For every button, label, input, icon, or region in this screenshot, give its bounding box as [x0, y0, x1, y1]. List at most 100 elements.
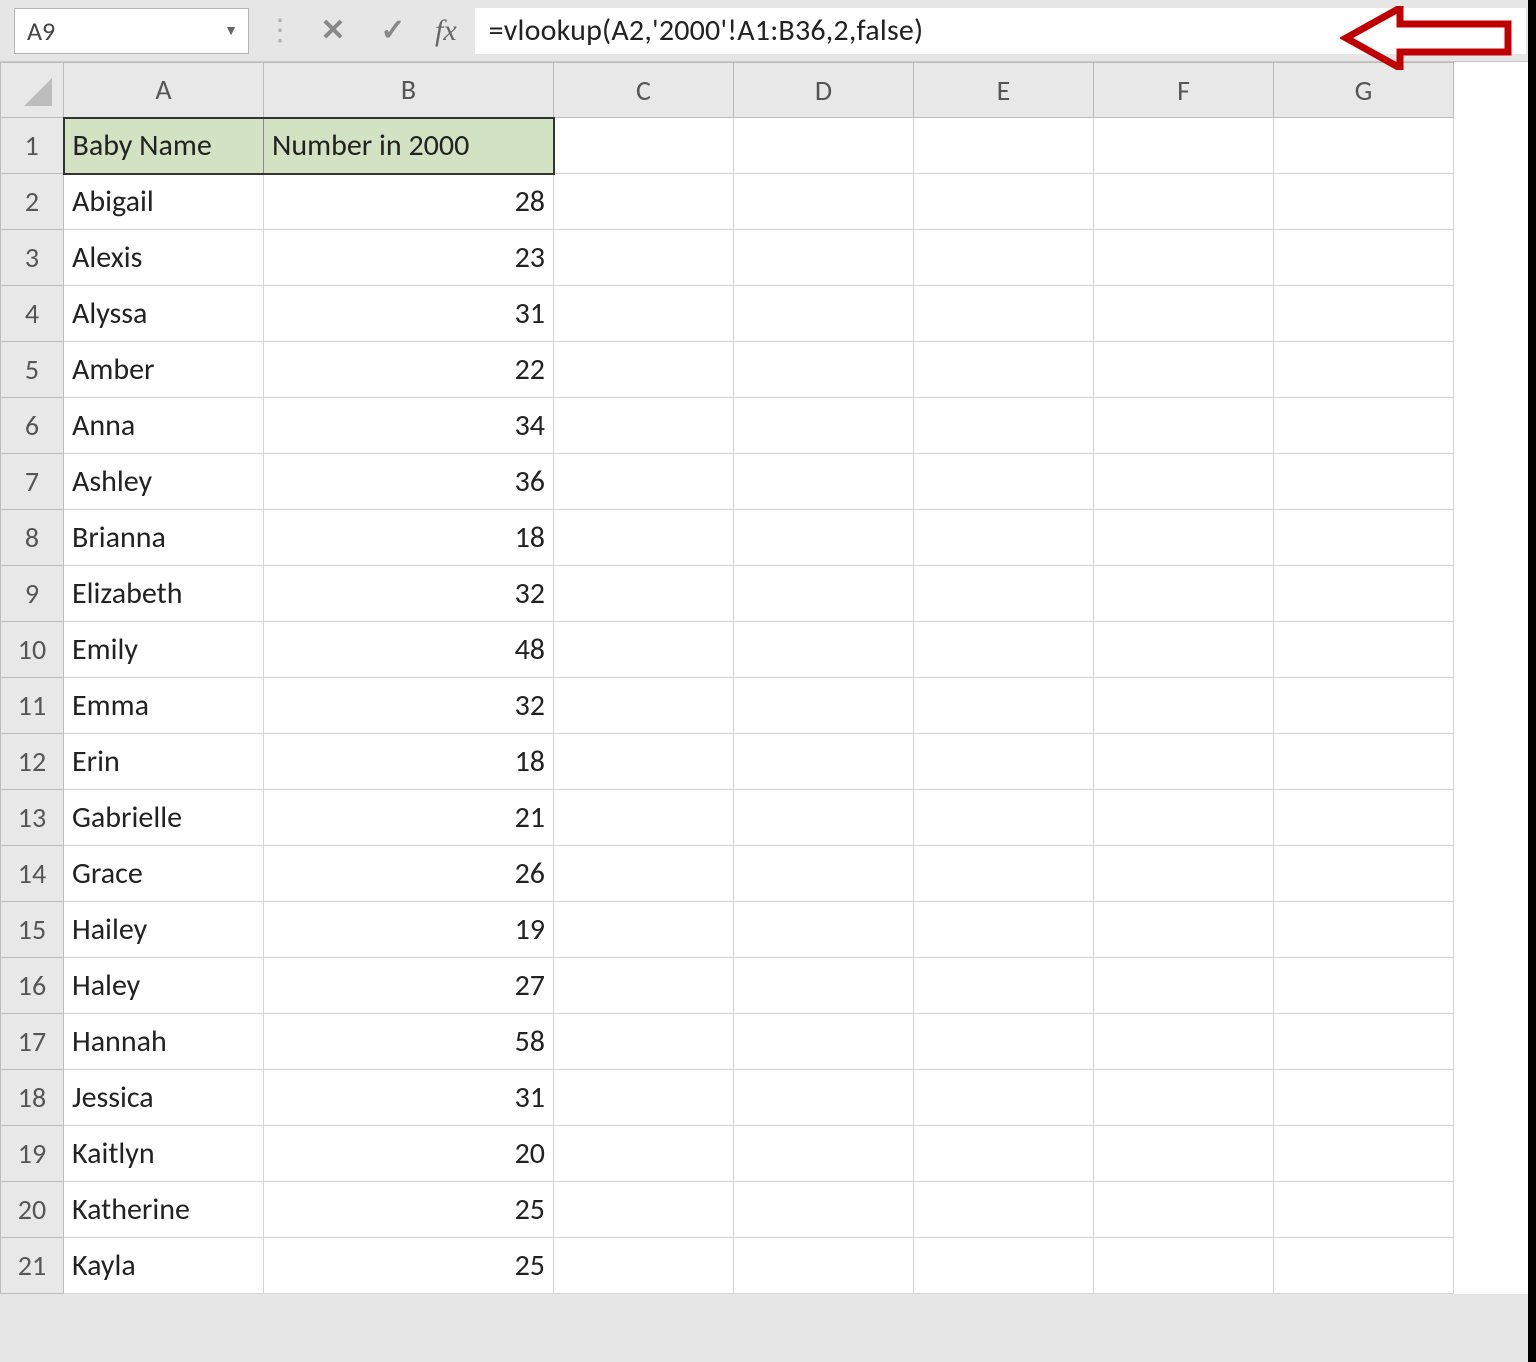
cell[interactable] — [914, 734, 1094, 790]
cell[interactable]: Elizabeth — [64, 566, 264, 622]
cell[interactable] — [1274, 454, 1454, 510]
cell[interactable]: 20 — [264, 1126, 554, 1182]
col-header-D[interactable]: D — [734, 63, 914, 118]
cell[interactable] — [734, 846, 914, 902]
cell[interactable] — [554, 1014, 734, 1070]
cell[interactable] — [914, 902, 1094, 958]
enter-button[interactable]: ✓ — [369, 9, 417, 53]
cell[interactable] — [1274, 174, 1454, 230]
cell[interactable] — [1094, 734, 1274, 790]
cell[interactable] — [914, 398, 1094, 454]
cell[interactable]: Ashley — [64, 454, 264, 510]
cell[interactable] — [554, 678, 734, 734]
cell[interactable]: Gabrielle — [64, 790, 264, 846]
row-header[interactable]: 3 — [1, 230, 64, 286]
cell[interactable] — [554, 1126, 734, 1182]
row-header[interactable]: 19 — [1, 1126, 64, 1182]
cell[interactable] — [1094, 398, 1274, 454]
row-header[interactable]: 13 — [1, 790, 64, 846]
cell[interactable] — [554, 510, 734, 566]
cell[interactable] — [734, 1014, 914, 1070]
cell[interactable] — [914, 622, 1094, 678]
cell[interactable]: Brianna — [64, 510, 264, 566]
cell[interactable] — [914, 566, 1094, 622]
cell[interactable] — [734, 622, 914, 678]
cell[interactable] — [554, 342, 734, 398]
cell[interactable] — [1274, 230, 1454, 286]
col-header-E[interactable]: E — [914, 63, 1094, 118]
cell[interactable] — [1274, 1182, 1454, 1238]
row-header[interactable]: 14 — [1, 846, 64, 902]
cell[interactable]: Katherine — [64, 1182, 264, 1238]
cell[interactable]: 32 — [264, 566, 554, 622]
cell[interactable]: Haley — [64, 958, 264, 1014]
cell[interactable] — [1274, 286, 1454, 342]
cell[interactable] — [554, 1182, 734, 1238]
cell[interactable]: 23 — [264, 230, 554, 286]
cell[interactable] — [1094, 286, 1274, 342]
cell[interactable] — [734, 678, 914, 734]
cell[interactable] — [1094, 846, 1274, 902]
cell[interactable] — [914, 1126, 1094, 1182]
cell[interactable]: 48 — [264, 622, 554, 678]
cell[interactable] — [1094, 1014, 1274, 1070]
cell[interactable] — [554, 1070, 734, 1126]
cell[interactable] — [734, 398, 914, 454]
cell[interactable] — [1274, 958, 1454, 1014]
cell[interactable] — [1274, 678, 1454, 734]
row-header[interactable]: 20 — [1, 1182, 64, 1238]
cell[interactable] — [734, 790, 914, 846]
cell[interactable] — [1094, 566, 1274, 622]
row-header[interactable]: 17 — [1, 1014, 64, 1070]
cell[interactable]: 31 — [264, 1070, 554, 1126]
cell[interactable] — [1274, 1126, 1454, 1182]
row-header[interactable]: 18 — [1, 1070, 64, 1126]
cell[interactable] — [1094, 510, 1274, 566]
cell[interactable] — [734, 230, 914, 286]
cell[interactable] — [914, 342, 1094, 398]
cell[interactable] — [914, 790, 1094, 846]
cell[interactable]: Number in 2000 — [264, 118, 554, 174]
cell[interactable] — [1094, 230, 1274, 286]
cell[interactable] — [914, 454, 1094, 510]
cell[interactable]: Jessica — [64, 1070, 264, 1126]
row-header[interactable]: 4 — [1, 286, 64, 342]
cell[interactable]: Emma — [64, 678, 264, 734]
cell[interactable] — [1094, 454, 1274, 510]
cell[interactable]: 26 — [264, 846, 554, 902]
cell[interactable]: 58 — [264, 1014, 554, 1070]
cell[interactable] — [554, 790, 734, 846]
cell[interactable] — [554, 1238, 734, 1294]
cell[interactable] — [734, 286, 914, 342]
cell[interactable] — [734, 118, 914, 174]
cell[interactable]: Amber — [64, 342, 264, 398]
cell[interactable]: 32 — [264, 678, 554, 734]
cell[interactable] — [554, 734, 734, 790]
cell[interactable]: Hailey — [64, 902, 264, 958]
cell[interactable]: Anna — [64, 398, 264, 454]
row-header[interactable]: 9 — [1, 566, 64, 622]
cell[interactable] — [914, 678, 1094, 734]
cell[interactable] — [1094, 1182, 1274, 1238]
cell[interactable] — [1094, 1070, 1274, 1126]
cell[interactable] — [734, 1182, 914, 1238]
row-header[interactable]: 10 — [1, 622, 64, 678]
cell[interactable] — [734, 510, 914, 566]
cell[interactable] — [734, 454, 914, 510]
cell[interactable] — [1274, 622, 1454, 678]
row-header[interactable]: 8 — [1, 510, 64, 566]
fx-button[interactable]: fx — [429, 14, 463, 48]
cell[interactable]: Grace — [64, 846, 264, 902]
cell[interactable] — [734, 902, 914, 958]
cell[interactable] — [734, 1126, 914, 1182]
cell[interactable]: Erin — [64, 734, 264, 790]
cell[interactable] — [554, 174, 734, 230]
cell[interactable] — [914, 174, 1094, 230]
cell[interactable] — [1274, 398, 1454, 454]
cell[interactable] — [1274, 1238, 1454, 1294]
cell[interactable] — [914, 118, 1094, 174]
cell[interactable] — [1274, 734, 1454, 790]
cell[interactable] — [554, 566, 734, 622]
cell[interactable]: 28 — [264, 174, 554, 230]
cell[interactable]: 27 — [264, 958, 554, 1014]
